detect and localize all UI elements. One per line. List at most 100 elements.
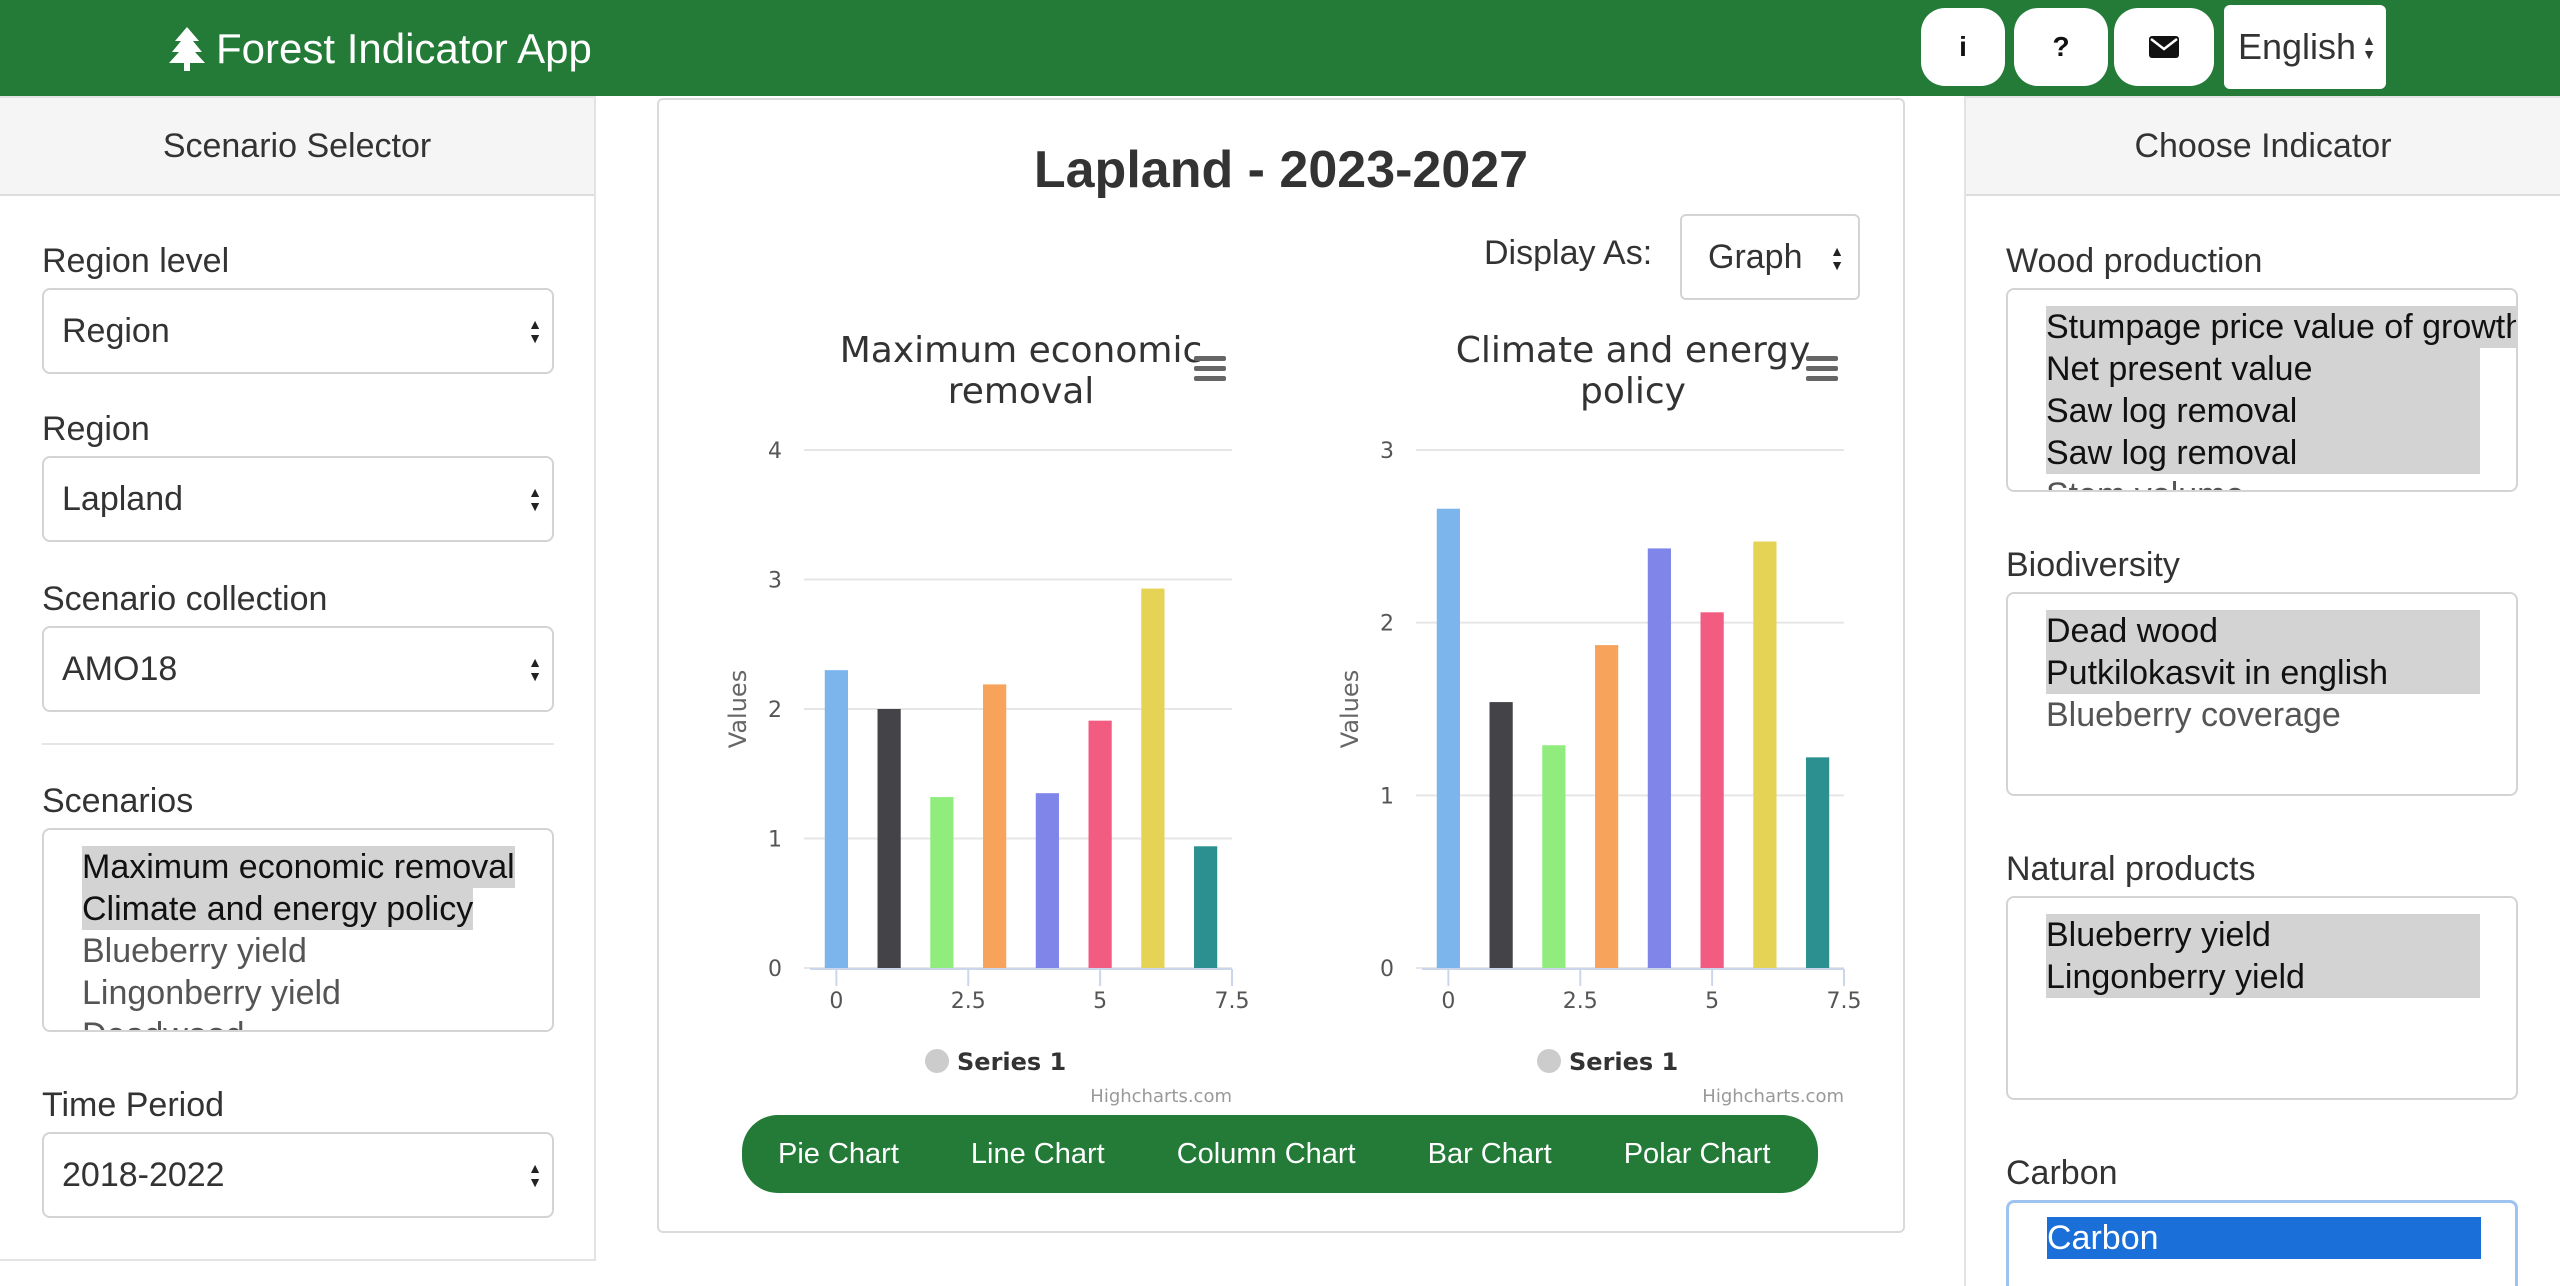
time-period-label: Time Period [42, 1086, 225, 1124]
select-arrows-icon: ▲ ▼ [528, 484, 542, 514]
menu-line [1194, 356, 1226, 361]
chart-credit: Highcharts.com [1702, 1086, 1844, 1107]
indicator-option[interactable]: Stumpage price value of growth [2046, 306, 2516, 348]
y-tick-label: 0 [1380, 957, 1394, 982]
y-tick-label: 3 [768, 569, 782, 594]
indicator-option[interactable]: Lingonberry yield [2046, 956, 2480, 998]
chart-type-toolbar: Pie Chart Line Chart Column Chart Bar Ch… [742, 1115, 1818, 1193]
bar [824, 670, 848, 968]
language-select[interactable]: English ▲ ▼ [2224, 5, 2386, 89]
natural-products-label: Natural products [2006, 850, 2256, 888]
scenario-option[interactable]: Blueberry yield [82, 930, 307, 972]
y-tick-label: 1 [768, 828, 782, 853]
indicator-option[interactable]: Saw log removal [2046, 390, 2480, 432]
menu-line [1806, 366, 1838, 371]
app-brand[interactable]: Forest Indicator App [168, 22, 592, 76]
legend-marker [1537, 1049, 1561, 1073]
tree-icon [169, 27, 205, 71]
x-tick-label: 7.5 [1215, 989, 1250, 1014]
wood-production-listbox[interactable]: Stumpage price value of growth Net prese… [2006, 288, 2518, 492]
contact-button[interactable] [2114, 8, 2214, 86]
scenarios-listbox[interactable]: Maximum economic removal Climate and ene… [42, 828, 554, 1032]
region-select[interactable]: Lapland ▲ ▼ [42, 456, 554, 542]
select-arrows-icon: ▲ ▼ [528, 316, 542, 346]
app-title: Forest Indicator App [216, 25, 592, 72]
y-tick-label: 0 [768, 957, 782, 982]
scenario-option[interactable]: Lingonberry yield [82, 972, 341, 1014]
scenario-option[interactable]: Climate and energy policy [82, 888, 474, 930]
language-value: English [2238, 26, 2357, 67]
bar [1595, 645, 1619, 968]
bar [1647, 548, 1671, 968]
navbar: Forest Indicator App i ? English ▲ ▼ [0, 0, 2560, 96]
carbon-listbox[interactable]: Carbon [2006, 1200, 2518, 1286]
region-level-label: Region level [42, 242, 230, 280]
region-label: Region [42, 410, 150, 448]
chart-legend[interactable]: Series 1 [1537, 1048, 1678, 1076]
polar-chart-button[interactable]: Polar Chart [1624, 1138, 1771, 1171]
pie-chart-button[interactable]: Pie Chart [778, 1138, 899, 1171]
bar [1489, 702, 1513, 968]
help-button[interactable]: ? [2014, 8, 2108, 86]
region-level-select[interactable]: Region ▲ ▼ [42, 288, 554, 374]
biodiversity-listbox[interactable]: Dead wood Putkilokasvit in english Blueb… [2006, 592, 2518, 796]
natural-products-listbox[interactable]: Blueberry yield Lingonberry yield [2006, 896, 2518, 1100]
region-level-value: Region [62, 311, 170, 350]
x-tick-label: 5 [1093, 989, 1107, 1014]
question-icon: ? [2052, 31, 2070, 62]
y-axis-title: Values [1336, 670, 1364, 748]
indicator-option[interactable]: Dead wood [2046, 610, 2480, 652]
envelope-icon [2149, 36, 2179, 58]
display-as-select[interactable]: Graph ▲ ▼ [1680, 214, 1860, 300]
bar [1035, 793, 1059, 968]
time-period-select[interactable]: 2018-2022 ▲ ▼ [42, 1132, 554, 1218]
bar [1806, 757, 1830, 968]
bar [1088, 720, 1112, 968]
divider [42, 743, 554, 745]
scenario-collection-select[interactable]: AMO18 ▲ ▼ [42, 626, 554, 712]
page-title: Lapland - 2023-2027 [1033, 141, 1529, 199]
indicator-option[interactable]: Stem volume [2046, 474, 2244, 490]
indicator-option[interactable]: Saw log removal [2046, 432, 2480, 474]
y-tick-label: 4 [768, 439, 782, 464]
menu-line [1806, 356, 1838, 361]
legend-label: Series 1 [957, 1048, 1066, 1076]
info-icon: i [1959, 31, 1967, 62]
indicator-option[interactable]: Carbon [2047, 1217, 2481, 1259]
y-tick-label: 2 [1380, 612, 1394, 637]
x-tick-label: 7.5 [1827, 989, 1862, 1014]
column-chart-button[interactable]: Column Chart [1177, 1138, 1356, 1171]
region-value: Lapland [62, 479, 184, 518]
legend-marker [925, 1049, 949, 1073]
indicator-option[interactable]: Net present value [2046, 348, 2480, 390]
scenarios-label: Scenarios [42, 782, 194, 820]
scenario-option[interactable]: Deadwood [82, 1014, 245, 1030]
y-tick-label: 2 [768, 698, 782, 723]
y-tick-label: 3 [1380, 439, 1394, 464]
chart-title: Maximum economic [840, 330, 1203, 371]
chart-title: removal [948, 371, 1095, 412]
panel-title: Scenario Selector [0, 98, 594, 196]
display-as-value: Graph [1708, 237, 1803, 276]
scenario-collection-value: AMO18 [62, 649, 178, 688]
bar [1436, 508, 1460, 968]
indicator-option[interactable]: Blueberry coverage [2046, 694, 2341, 736]
chart-menu-icon[interactable] [1194, 356, 1226, 381]
menu-line [1806, 376, 1838, 381]
bar [1700, 612, 1724, 968]
select-arrows-icon: ▲ ▼ [2362, 32, 2376, 62]
scenario-option[interactable]: Maximum economic removal [82, 846, 515, 888]
chart-title: Climate and energy [1456, 330, 1811, 371]
chart-menu-icon[interactable] [1806, 356, 1838, 381]
indicator-option[interactable]: Blueberry yield [2046, 914, 2480, 956]
line-chart-button[interactable]: Line Chart [971, 1138, 1105, 1171]
biodiversity-label: Biodiversity [2006, 546, 2180, 584]
indicator-option[interactable]: Putkilokasvit in english [2046, 652, 2480, 694]
select-arrows-icon: ▲ ▼ [528, 1160, 542, 1190]
info-button[interactable]: i [1921, 8, 2005, 86]
bar-chart-button[interactable]: Bar Chart [1428, 1138, 1552, 1171]
x-tick-label: 0 [829, 989, 843, 1014]
bar [983, 684, 1007, 968]
carbon-label: Carbon [2006, 1154, 2118, 1192]
chart-legend[interactable]: Series 1 [925, 1048, 1066, 1076]
